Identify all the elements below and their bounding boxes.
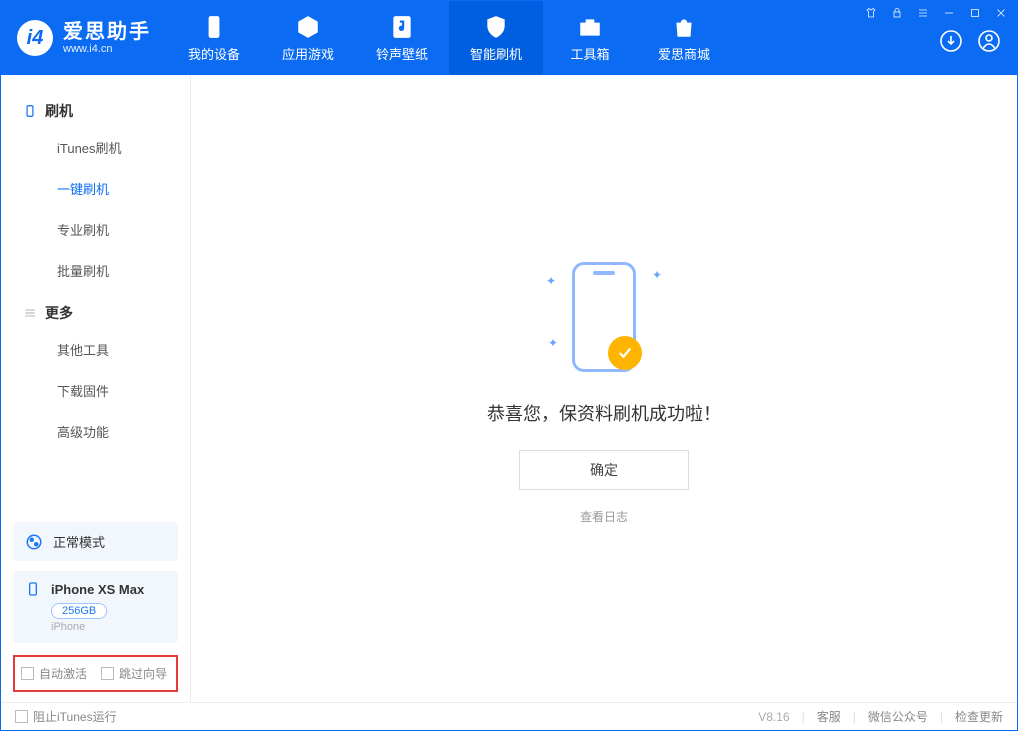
- phone-small-icon: [25, 581, 41, 597]
- app-body: 刷机 iTunes刷机 一键刷机 专业刷机 批量刷机 更多 其他工具 下载固件 …: [1, 75, 1017, 702]
- tshirt-icon[interactable]: [865, 7, 877, 19]
- nav-smart-flash[interactable]: 智能刷机: [449, 1, 543, 75]
- sidebar-item-batch-flash[interactable]: 批量刷机: [1, 250, 190, 291]
- user-icon[interactable]: [977, 29, 1001, 53]
- window-controls: [865, 7, 1007, 19]
- lock-icon[interactable]: [891, 7, 903, 19]
- mode-icon: [25, 533, 43, 551]
- device-cards: 正常模式 iPhone XS Max 256GB iPhone: [1, 512, 190, 655]
- nav-toolbox[interactable]: 工具箱: [543, 1, 637, 75]
- sidebar-group-label: 更多: [45, 303, 73, 323]
- sidebar-group-more: 更多: [1, 291, 190, 329]
- version-label: V8.16: [758, 710, 789, 724]
- sparkle-icon: ✦: [546, 274, 556, 288]
- sidebar-group-flash: 刷机: [1, 89, 190, 127]
- nav-label: 我的设备: [188, 44, 240, 63]
- shield-refresh-icon: [483, 14, 509, 40]
- success-message: 恭喜您，保资料刷机成功啦！: [487, 400, 721, 426]
- nav-label: 工具箱: [570, 44, 609, 63]
- close-icon[interactable]: [995, 7, 1007, 19]
- nav-label: 爱思商城: [658, 44, 710, 63]
- wechat-link[interactable]: 微信公众号: [868, 708, 928, 725]
- mode-label: 正常模式: [53, 532, 105, 551]
- music-note-icon: [389, 14, 415, 40]
- success-illustration: ✦ ✦ ✦: [524, 252, 684, 382]
- sidebar-item-itunes-flash[interactable]: iTunes刷机: [1, 127, 190, 168]
- logo-text: 爱思助手 www.i4.cn: [63, 21, 151, 55]
- menu-icon[interactable]: [917, 7, 929, 19]
- checkbox-skip-guide[interactable]: 跳过向导: [101, 665, 167, 682]
- checkbox-block-itunes[interactable]: 阻止iTunes运行: [15, 708, 117, 725]
- ok-button[interactable]: 确定: [519, 450, 689, 490]
- sidebar-item-advanced[interactable]: 高级功能: [1, 411, 190, 452]
- view-log-link[interactable]: 查看日志: [580, 508, 628, 525]
- nav-my-device[interactable]: 我的设备: [167, 1, 261, 75]
- main-pane: ✦ ✦ ✦ 恭喜您，保资料刷机成功啦！ 确定 查看日志: [191, 75, 1017, 702]
- nav-store[interactable]: 爱思商城: [637, 1, 731, 75]
- sparkle-icon: ✦: [652, 268, 662, 282]
- header-right: [865, 1, 1017, 75]
- nav-ringtones-wallpapers[interactable]: 铃声壁纸: [355, 1, 449, 75]
- nav-label: 应用游戏: [282, 44, 334, 63]
- checkbox-auto-activate[interactable]: 自动激活: [21, 665, 87, 682]
- device-name: iPhone XS Max: [51, 582, 144, 597]
- support-link[interactable]: 客服: [817, 708, 841, 725]
- bag-icon: [671, 14, 697, 40]
- nav-apps-games[interactable]: 应用游戏: [261, 1, 355, 75]
- app-name-en: www.i4.cn: [63, 43, 151, 55]
- sparkle-icon: ✦: [548, 336, 558, 350]
- app-name-cn: 爱思助手: [63, 21, 151, 43]
- sidebar: 刷机 iTunes刷机 一键刷机 专业刷机 批量刷机 更多 其他工具 下载固件 …: [1, 75, 191, 702]
- success-check-icon: [608, 336, 642, 370]
- device-row: iPhone XS Max: [25, 581, 166, 597]
- separator: |: [853, 710, 856, 724]
- device-icon: [23, 104, 37, 118]
- checkbox-label: 阻止iTunes运行: [33, 708, 117, 725]
- device-storage-badge: 256GB: [51, 603, 107, 619]
- separator: |: [802, 710, 805, 724]
- logo-icon: i4: [17, 20, 53, 56]
- checkbox-box-icon: [15, 710, 28, 723]
- toolbox-icon: [577, 14, 603, 40]
- phone-notch-icon: [593, 271, 615, 275]
- top-nav: 我的设备 应用游戏 铃声壁纸 智能刷机 工具箱 爱思商城: [167, 1, 731, 75]
- sidebar-group-label: 刷机: [45, 101, 73, 121]
- device-type: iPhone: [51, 621, 166, 633]
- app-header: i4 爱思助手 www.i4.cn 我的设备 应用游戏 铃声壁纸 智能刷机 工具…: [1, 1, 1017, 75]
- nav-label: 铃声壁纸: [376, 44, 428, 63]
- sidebar-options-highlight: 自动激活 跳过向导: [13, 655, 178, 692]
- download-icon[interactable]: [939, 29, 963, 53]
- device-card[interactable]: iPhone XS Max 256GB iPhone: [13, 571, 178, 643]
- app-logo: i4 爱思助手 www.i4.cn: [1, 1, 167, 75]
- checkbox-label: 自动激活: [39, 665, 87, 682]
- checkbox-box-icon: [21, 667, 34, 680]
- checkbox-label: 跳过向导: [119, 665, 167, 682]
- checkbox-box-icon: [101, 667, 114, 680]
- maximize-icon[interactable]: [969, 7, 981, 19]
- sidebar-item-other-tools[interactable]: 其他工具: [1, 329, 190, 370]
- account-controls: [939, 29, 1007, 53]
- sidebar-scroll: 刷机 iTunes刷机 一键刷机 专业刷机 批量刷机 更多 其他工具 下载固件 …: [1, 75, 190, 512]
- status-bar: 阻止iTunes运行 V8.16 | 客服 | 微信公众号 | 检查更新: [1, 702, 1017, 730]
- sidebar-item-pro-flash[interactable]: 专业刷机: [1, 209, 190, 250]
- phone-icon: [201, 14, 227, 40]
- list-icon: [23, 306, 37, 320]
- cube-icon: [295, 14, 321, 40]
- minimize-icon[interactable]: [943, 7, 955, 19]
- nav-label: 智能刷机: [470, 44, 522, 63]
- mode-card[interactable]: 正常模式: [13, 522, 178, 561]
- separator: |: [940, 710, 943, 724]
- sidebar-item-oneclick-flash[interactable]: 一键刷机: [1, 168, 190, 209]
- sidebar-item-download-firmware[interactable]: 下载固件: [1, 370, 190, 411]
- check-update-link[interactable]: 检查更新: [955, 708, 1003, 725]
